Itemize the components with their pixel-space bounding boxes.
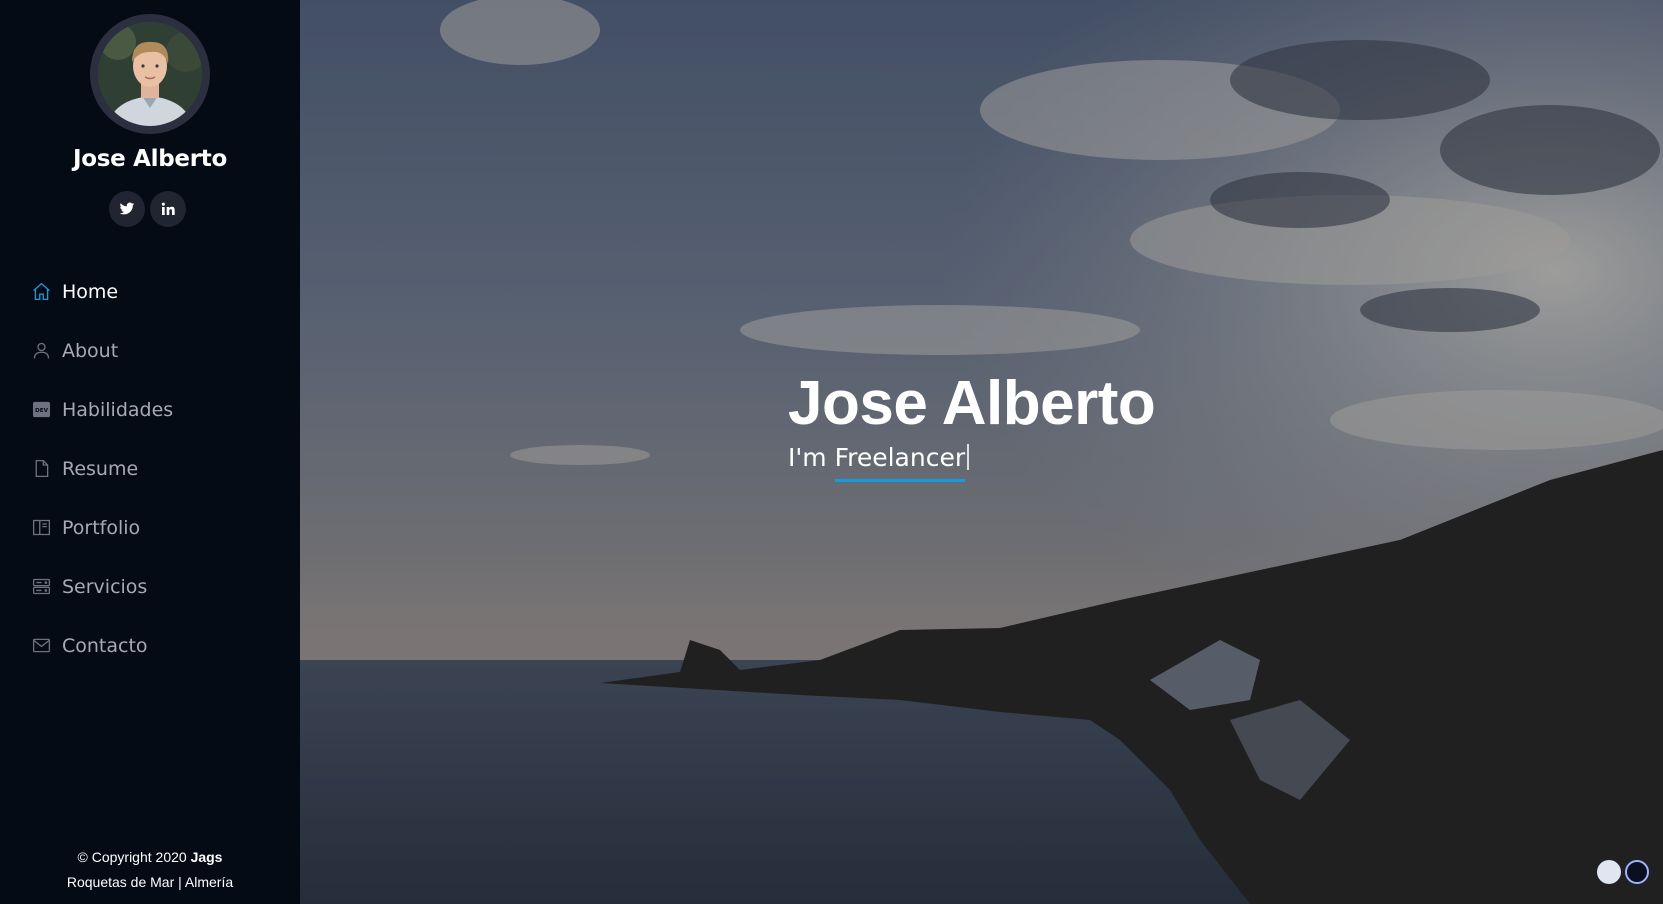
copyright: © Copyright 2020 Jags — [0, 845, 300, 870]
social-links — [109, 191, 186, 227]
book-icon — [30, 517, 52, 539]
nav-label: Resume — [62, 457, 139, 480]
linkedin-link[interactable] — [150, 191, 186, 227]
footer: © Copyright 2020 Jags Roquetas de Mar | … — [0, 845, 300, 895]
envelope-icon — [30, 635, 52, 657]
avatar — [90, 14, 210, 134]
nav-label: Contacto — [62, 634, 148, 657]
person-icon — [30, 340, 52, 362]
home-icon — [30, 281, 52, 303]
svg-text:DEV: DEV — [35, 408, 49, 414]
sidebar: Jose Alberto Home About DEV Habilidades … — [0, 0, 300, 904]
typing-cursor — [967, 444, 970, 470]
nav-item-about[interactable]: About — [30, 321, 280, 380]
nav-label: Habilidades — [62, 398, 174, 421]
nav-item-resume[interactable]: Resume — [30, 439, 280, 498]
linkedin-icon — [161, 202, 175, 215]
dark-mode-toggle[interactable] — [1625, 860, 1649, 884]
nav-menu: Home About DEV Habilidades Resume Portfo… — [30, 262, 280, 675]
hero-section: Jose Alberto I'm Freelancer — [300, 0, 1663, 904]
hero-sub-prefix: I'm — [788, 443, 827, 472]
dev-icon: DEV — [30, 399, 52, 421]
hero-content: Jose Alberto I'm Freelancer — [788, 368, 1156, 482]
nav-label: Servicios — [62, 575, 148, 598]
theme-toggles — [1597, 860, 1649, 884]
nav-label: Portfolio — [62, 516, 141, 539]
copyright-text: © Copyright 2020 — [77, 849, 187, 865]
file-icon — [30, 458, 52, 480]
nav-label: Home — [62, 280, 119, 303]
nav-item-contacto[interactable]: Contacto — [30, 616, 280, 675]
nav-item-home[interactable]: Home — [30, 262, 280, 321]
hero-subtitle: I'm Freelancer — [788, 440, 1155, 482]
typed-text: Freelancer — [834, 440, 965, 482]
nav-label: About — [62, 339, 119, 362]
nav-item-portfolio[interactable]: Portfolio — [30, 498, 280, 557]
twitter-icon — [119, 202, 135, 215]
twitter-link[interactable] — [109, 191, 145, 227]
copyright-brand: Jags — [190, 849, 223, 865]
nav-item-servicios[interactable]: Servicios — [30, 557, 280, 616]
light-mode-toggle[interactable] — [1597, 860, 1621, 884]
hero-title: Jose Alberto — [788, 369, 1156, 438]
footer-location: Roquetas de Mar | Almería — [66, 874, 234, 890]
nav-item-habilidades[interactable]: DEV Habilidades — [30, 380, 280, 439]
profile-name: Jose Alberto — [73, 146, 227, 172]
server-icon — [30, 576, 52, 598]
